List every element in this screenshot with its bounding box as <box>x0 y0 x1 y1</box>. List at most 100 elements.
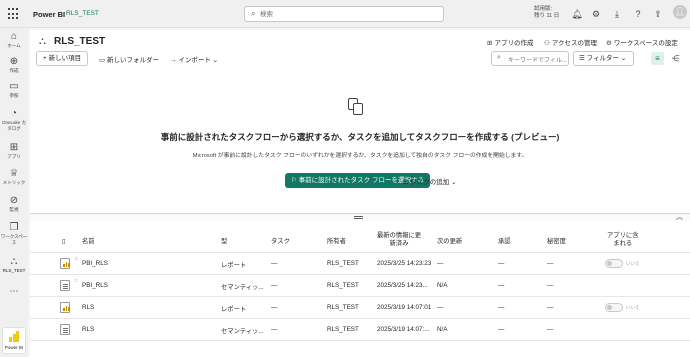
lineage-view-button[interactable]: ⋲ <box>669 52 682 65</box>
nav-metrics[interactable]: ♕ メトリック <box>0 168 28 186</box>
pane-splitter[interactable]: ︽ <box>30 213 690 221</box>
item-endorsement: — <box>498 326 505 333</box>
collapse-icon[interactable]: ︽ <box>676 212 683 222</box>
item-next-refresh: N/A <box>437 326 448 333</box>
help-icon[interactable]: ? <box>632 8 644 20</box>
item-owner: RLS_TEST <box>327 282 359 289</box>
item-next-refresh: — <box>437 304 444 311</box>
col-in-app[interactable]: アプリに含 まれる <box>607 232 638 248</box>
item-endorsement: — <box>498 260 505 267</box>
col-next-refresh[interactable]: 次の更新 <box>437 238 462 246</box>
import-button[interactable]: → インポート ⌄ <box>170 54 218 64</box>
col-task[interactable]: タスク <box>271 238 290 246</box>
item-refreshed: 2025/3/25 14:23... <box>377 282 428 289</box>
filter-button[interactable]: ☰ フィルター ⌄ <box>573 51 634 66</box>
gear-icon[interactable]: ⚙ <box>590 8 602 20</box>
include-in-app-label: いいえ <box>626 261 640 266</box>
filter-icon: ☰ <box>579 55 587 62</box>
task-flow-icon <box>348 98 366 116</box>
workspace-settings-button[interactable]: ⚙ ワークスペースの設定 <box>606 37 678 47</box>
table-row[interactable]: ☆ PBI_RLS レポート — RLS_TEST 2025/3/25 14:2… <box>30 253 690 275</box>
table-row[interactable]: ☆ PBI_RLS セマンティッ... — RLS_TEST 2025/3/25… <box>30 275 690 297</box>
new-item-button[interactable]: + 新しい項目 <box>36 51 89 66</box>
manage-access-button[interactable]: ⚇ アクセスの管理 <box>544 37 597 47</box>
monitor-icon: ⊘ <box>9 195 19 206</box>
include-in-app-toggle[interactable] <box>605 259 623 268</box>
gear-icon: ⚙ <box>606 40 612 47</box>
chevron-down-icon: ⌄ <box>210 57 219 64</box>
include-in-app-toggle[interactable] <box>605 303 623 312</box>
item-name-link[interactable]: RLS <box>82 304 94 311</box>
items-table-header: ▯ 名前 型 タスク 所有者 最新の情報に更 新済み 次の更新 承認 秘密度 ア… <box>30 231 690 253</box>
nav-home[interactable]: ⌂ ホーム <box>0 31 28 49</box>
col-endorsement[interactable]: 承認 <box>498 238 511 246</box>
people-icon: ⚇ <box>544 40 550 47</box>
filter-keyword-input[interactable]: ⌕ キーワードでフィル... <box>491 51 569 66</box>
avatar[interactable]: 👤︎ <box>673 5 687 19</box>
add-task-button[interactable]: ⊞ タスクの追加 ⌄ <box>403 176 457 186</box>
item-type: セマンティッ... <box>221 328 264 335</box>
global-search[interactable]: ⌕ <box>244 6 444 22</box>
col-refreshed[interactable]: 最新の情報に更 新済み <box>377 232 421 248</box>
top-bar: Power BI RLS_TEST ⌕ 試用版: 残り 11 日 🔔︎ ⚙ ⤓ … <box>0 0 690 28</box>
breadcrumb-workspace[interactable]: RLS_TEST <box>66 10 99 17</box>
item-next-refresh: — <box>437 260 444 267</box>
chevron-down-icon: ⌄ <box>619 55 627 62</box>
nav-more-button[interactable]: ⋯ <box>0 286 28 297</box>
item-type: レポート <box>221 306 247 313</box>
report-icon <box>60 302 70 313</box>
item-type: セマンティッ... <box>221 284 264 291</box>
nav-workspaces[interactable]: ❐ ワークスペース <box>0 222 28 246</box>
item-endorsement: — <box>498 282 505 289</box>
item-name-link[interactable]: PBI_RLS <box>82 260 108 267</box>
favorite-star-icon[interactable]: ☆ <box>74 278 78 284</box>
trial-status[interactable]: 試用版: 残り 11 日 <box>534 6 559 20</box>
home-icon: ⌂ <box>10 31 18 42</box>
folder-add-icon: ▭ <box>99 57 107 64</box>
search-icon: ⌕ <box>251 9 256 18</box>
search-input[interactable] <box>260 8 440 20</box>
nav-monitor[interactable]: ⊘ 監視 <box>0 195 28 213</box>
item-name-link[interactable]: RLS <box>82 326 94 333</box>
share-icon[interactable]: ⇪ <box>652 8 664 20</box>
col-name[interactable]: 名前 <box>82 238 95 246</box>
item-task: — <box>271 260 278 267</box>
item-owner: RLS_TEST <box>327 260 359 267</box>
task-flow-icon: ⚐ <box>291 177 299 184</box>
table-row[interactable]: RLS セマンティッ... — RLS_TEST 2025/3/19 14:07… <box>30 319 690 341</box>
app-launcher-icon[interactable] <box>8 8 20 20</box>
nav-browse[interactable]: ▭ 参照 <box>0 81 28 99</box>
download-icon[interactable]: ⤓ <box>611 8 623 20</box>
list-view-button[interactable]: ≡ <box>651 52 664 65</box>
col-owner[interactable]: 所有者 <box>327 238 346 246</box>
trophy-icon: ♕ <box>9 168 19 179</box>
app-name[interactable]: Power BI <box>33 10 65 19</box>
create-app-button[interactable]: ⊞ アプリの作成 <box>487 37 533 47</box>
item-sensitivity: — <box>547 304 554 311</box>
new-folder-button[interactable]: ▭ 新しいフォルダー <box>99 54 159 64</box>
nav-create[interactable]: ⊕ 作成 <box>0 56 28 74</box>
left-nav-rail: ⌂ ホーム ⊕ 作成 ▭ 参照 ◔ OneLake カタログ ⊞ アプリ ♕ メ… <box>0 28 28 357</box>
power-bi-switcher[interactable]: Power BI <box>2 327 26 354</box>
item-refreshed: 2025/3/25 14:23:23 <box>377 260 432 267</box>
item-task: — <box>271 304 278 311</box>
search-icon: ⌕ <box>497 54 501 61</box>
splitter-grip-icon[interactable] <box>354 216 363 219</box>
task-flow-title: 事前に設計されたタスクフローから選択するか、タスクを追加してタスクフローを作成す… <box>160 132 560 142</box>
col-sensitivity[interactable]: 秘密度 <box>547 238 566 246</box>
item-type: レポート <box>221 262 247 269</box>
item-sensitivity: — <box>547 260 554 267</box>
table-row[interactable]: RLS レポート — RLS_TEST 2025/3/19 14:07:01 —… <box>30 297 690 319</box>
item-name-link[interactable]: PBI_RLS <box>82 282 108 289</box>
item-sensitivity: — <box>547 282 554 289</box>
col-type[interactable]: 型 <box>221 238 227 246</box>
onelake-icon: ◔ <box>10 108 18 119</box>
nav-current-workspace[interactable]: ⛬ RLS_TEST <box>0 256 28 274</box>
nav-apps[interactable]: ⊞ アプリ <box>0 142 28 160</box>
bell-icon[interactable]: 🔔︎ <box>571 8 583 20</box>
file-type-icon: ▯ <box>62 238 66 245</box>
nav-onelake-catalog[interactable]: ◔ OneLake カタログ <box>0 108 28 132</box>
favorite-star-icon[interactable]: ☆ <box>74 256 78 262</box>
workspace-icon: ⛬ <box>39 36 46 47</box>
apps-icon: ⊞ <box>9 142 19 153</box>
